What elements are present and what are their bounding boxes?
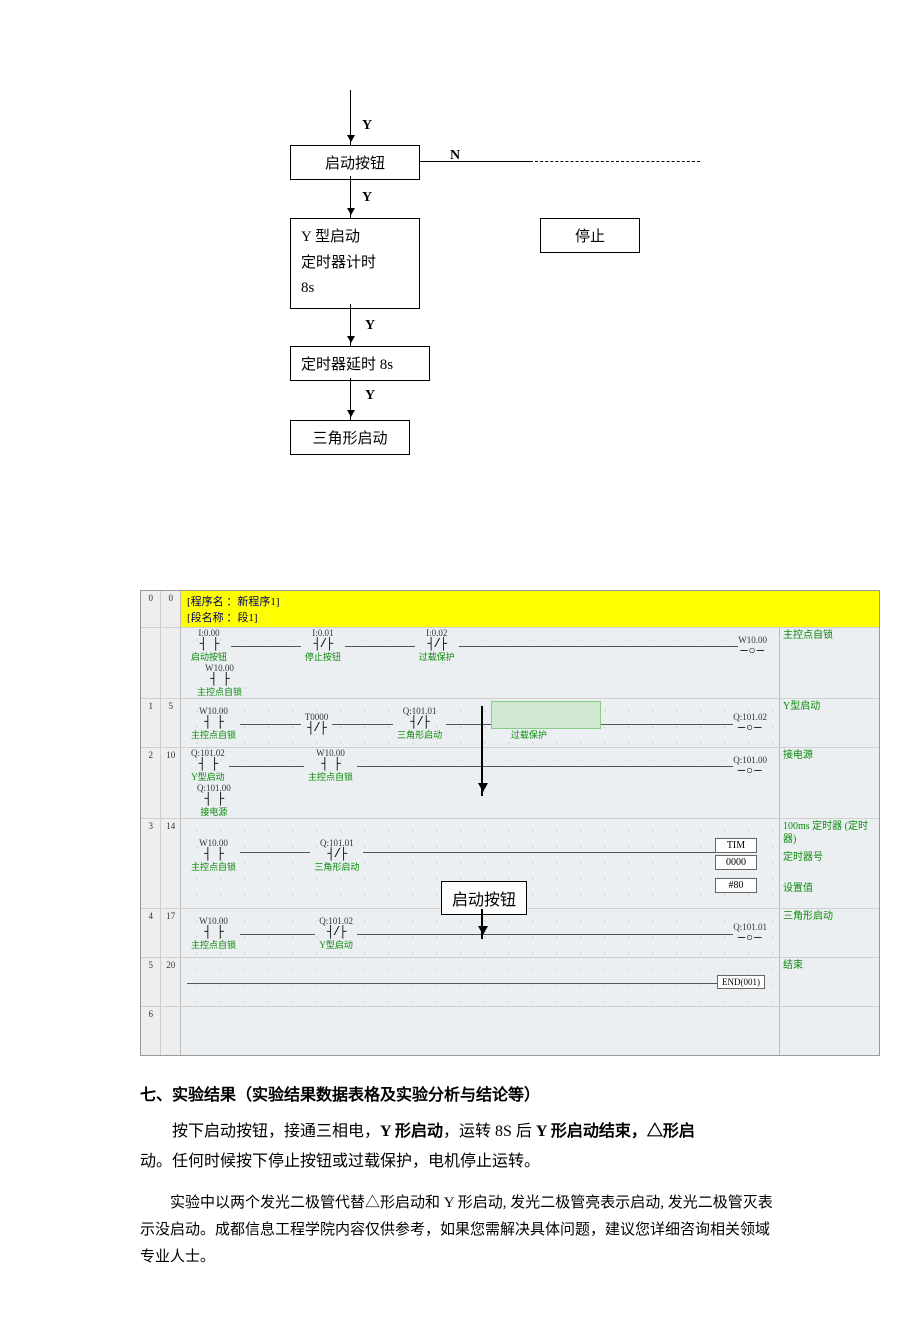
contact: W10.00┤ ├主控点自锁 bbox=[308, 748, 353, 783]
rung-0: I:0.00┤ ├启动按钮 I:0.01┤/├停止按钮 I:0.02┤/├过载保… bbox=[141, 627, 879, 698]
step-num: 20 bbox=[160, 958, 180, 1006]
flowchart: Y 启动按钮 N Y Y 型启动 定时器计时 8s 停止 Y 定时器延时 8s … bbox=[290, 90, 790, 530]
y-label: Y bbox=[365, 318, 375, 334]
arrow-overlay bbox=[481, 706, 483, 796]
rung-comment: Y型启动 bbox=[779, 699, 879, 747]
contact: W10.00┤ ├主控点自锁 bbox=[191, 916, 236, 951]
ladder-diagram: 00 [程序名 ：新程序1] [段名称 ：段1] I:0.00┤ ├启动按钮 I… bbox=[140, 590, 880, 1056]
step-num: 0 bbox=[160, 591, 180, 627]
rung-index: 2 bbox=[141, 748, 160, 818]
rung-index: 4 bbox=[141, 909, 160, 957]
text: ，运转 8S 后 bbox=[443, 1123, 536, 1140]
paragraph: 按下启动按钮，接通三相电，Y 形启动，运转 8S 后 Y 形启动结束，△形启 bbox=[140, 1117, 780, 1147]
rung-1: 15 W10.00┤ ├主控点自锁 T0000┤/├ Q:101.01┤/├三角… bbox=[141, 698, 879, 747]
coil: Q:101.01─○─ bbox=[733, 922, 767, 944]
text: Y 型启动 bbox=[301, 225, 409, 251]
highlight bbox=[491, 701, 601, 729]
box-timer-delay: 定时器延时 8s bbox=[290, 346, 430, 381]
ladder-header: 00 [程序名 ：新程序1] [段名称 ：段1] bbox=[141, 591, 879, 627]
program-name: [程序名 ：新程序1] bbox=[187, 593, 280, 609]
step-num: 17 bbox=[160, 909, 180, 957]
paragraph: 实验中以两个发光二极管代替△形启动和 Y 形启动, 发光二极管亮表示启动, 发光… bbox=[140, 1190, 780, 1271]
contact: W10.00┤ ├主控点自锁 bbox=[197, 663, 242, 698]
timer-instruction: TIM 0000 #80 bbox=[715, 838, 765, 893]
text: 8s bbox=[301, 276, 409, 302]
text: 按下启动按钮，接通三相电， bbox=[172, 1123, 380, 1140]
box-start-button: 启动按钮 bbox=[290, 145, 420, 180]
paragraph: 动。任何时候按下停止按钮或过载保护，电机停止运转。 bbox=[140, 1147, 780, 1177]
rung-index: 6 bbox=[141, 1007, 160, 1055]
line-n-dash bbox=[530, 161, 700, 162]
text: 定时器计时 bbox=[301, 251, 409, 277]
step-num: 10 bbox=[160, 748, 180, 818]
box-stop: 停止 bbox=[540, 218, 640, 253]
line-n bbox=[420, 161, 530, 162]
step-num: 14 bbox=[160, 819, 180, 908]
y-label: Y bbox=[362, 118, 372, 134]
rung-comment: 接电源 bbox=[779, 748, 879, 818]
contact: T0000┤/├ bbox=[305, 712, 329, 734]
section-title: 七、实验结果（实验结果数据表格及实验分析与结论等） bbox=[140, 1081, 780, 1105]
contact: Q:101.01┤/├三角形启动 bbox=[314, 838, 359, 873]
contact: W10.00┤ ├主控点自锁 bbox=[191, 706, 236, 741]
arrow bbox=[350, 90, 351, 145]
rung-index: 3 bbox=[141, 819, 160, 908]
end-instruction: END(001) bbox=[717, 975, 765, 989]
n-label: N bbox=[450, 148, 460, 164]
y-label: Y bbox=[362, 190, 372, 206]
rung-index: 0 bbox=[141, 591, 160, 627]
arrow bbox=[350, 304, 351, 346]
rung-comment: 三角形启动 bbox=[779, 909, 879, 957]
box-delta-start: 三角形启动 bbox=[290, 420, 410, 455]
box-y-start: Y 型启动 定时器计时 8s bbox=[290, 218, 420, 309]
contact: W10.00┤ ├主控点自锁 bbox=[191, 838, 236, 873]
coil: Q:101.00─○─ bbox=[733, 755, 767, 777]
contact: I:0.01┤/├停止按钮 bbox=[305, 628, 341, 663]
text-bold: Y 形启动结束，△形启 bbox=[536, 1123, 695, 1140]
coil: W10.00─○─ bbox=[738, 635, 767, 657]
arrow bbox=[350, 378, 351, 420]
arrow bbox=[350, 176, 351, 218]
rung-comment: 主控点自锁 bbox=[779, 628, 879, 698]
contact: Q:101.02┤ ├Y型启动 bbox=[191, 748, 225, 783]
rung-index: 5 bbox=[141, 958, 160, 1006]
rung-4: 417 W10.00┤ ├主控点自锁 Q:101.02┤/├Y型启动 Q:101… bbox=[141, 908, 879, 957]
contact: I:0.00┤ ├启动按钮 bbox=[191, 628, 227, 663]
contact: Q:101.01┤/├三角形启动 bbox=[397, 706, 442, 741]
text-bold: Y 形启动 bbox=[380, 1123, 443, 1140]
rung-comment: 100ms 定时器 (定时器) 定时器号 设置值 bbox=[779, 819, 879, 908]
contact: Q:101.00┤ ├接电源 bbox=[197, 783, 231, 818]
arrow-overlay bbox=[481, 909, 483, 939]
coil: Q:101.02─○─ bbox=[733, 712, 767, 734]
contact: Q:101.02┤/├Y型启动 bbox=[319, 916, 353, 951]
y-label: Y bbox=[365, 388, 375, 404]
rung-index: 1 bbox=[141, 699, 160, 747]
rung-6: 6 bbox=[141, 1006, 879, 1055]
rung-2: 210 Q:101.02┤ ├Y型启动 W10.00┤ ├主控点自锁 Q:101… bbox=[141, 747, 879, 818]
step-num: 5 bbox=[160, 699, 180, 747]
rung-comment: 结束 bbox=[779, 958, 879, 1006]
callout-start-button: 启动按钮 bbox=[441, 881, 527, 915]
contact: I:0.02┤/├过载保护 bbox=[419, 628, 455, 663]
section-name: [段名称 ：段1] bbox=[187, 609, 280, 625]
rung-5: 520 END(001) 结束 bbox=[141, 957, 879, 1006]
